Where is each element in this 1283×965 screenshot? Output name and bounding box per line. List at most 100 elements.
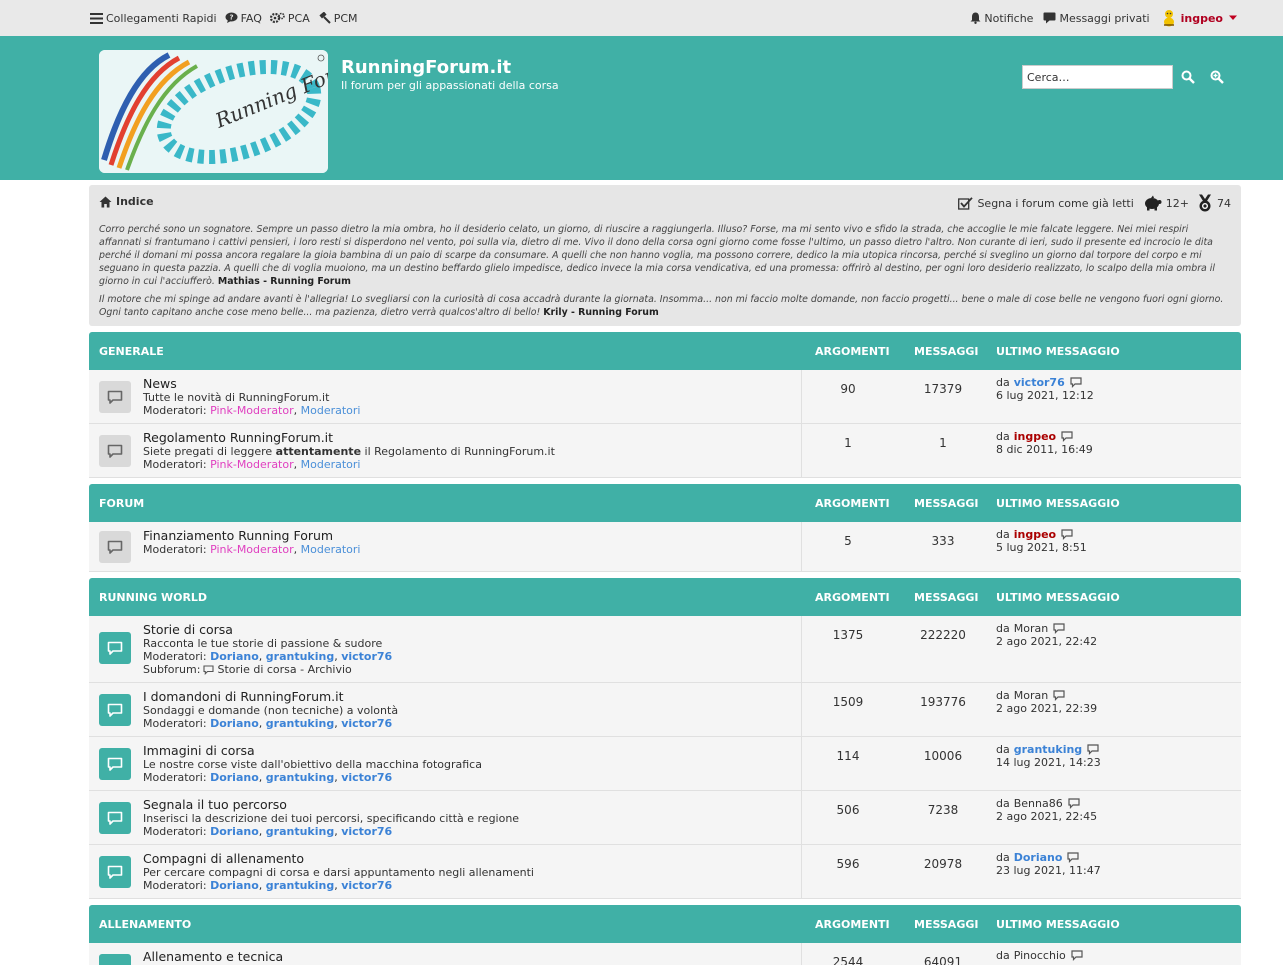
online-users-badge[interactable]: 12+ [1142, 195, 1189, 211]
site-title[interactable]: RunningForum.it [341, 57, 511, 78]
moderator-link[interactable]: Doriano [210, 650, 259, 663]
moderator-link[interactable]: grantuking [266, 717, 334, 730]
moderator-link[interactable]: Moderatori [301, 458, 361, 471]
last-post-date: 2 ago 2021, 22:42 [996, 635, 1098, 648]
column-topics: ARGOMENTI [815, 918, 890, 931]
forum-moderators: Moderatori: Pink-Moderator, Moderatori [143, 404, 361, 417]
forum-title[interactable]: Immagini di corsa [143, 743, 255, 758]
breadcrumb-index[interactable]: Indice [99, 195, 154, 208]
moderator-link[interactable]: Doriano [210, 879, 259, 892]
view-latest-post-icon[interactable] [1067, 852, 1080, 863]
user-menu[interactable]: ingpeo [1160, 9, 1241, 27]
moderator-link[interactable]: victor76 [341, 879, 392, 892]
category-title[interactable]: FORUM [99, 497, 144, 510]
advanced-search-button[interactable] [1208, 68, 1226, 86]
moderator-link[interactable]: victor76 [341, 650, 392, 663]
forum-title[interactable]: Allenamento e tecnica [143, 949, 283, 964]
piggy-icon [1144, 195, 1162, 211]
category-title[interactable]: RUNNING WORLD [99, 591, 207, 604]
forum-read-status[interactable] [99, 381, 131, 413]
advanced-search-icon [1210, 70, 1224, 84]
view-latest-post-icon[interactable] [1061, 431, 1073, 442]
last-post-date: 8 dic 2011, 16:49 [996, 443, 1093, 456]
moderator-link[interactable]: Pink-Moderator [210, 404, 294, 417]
forum-title[interactable]: Storie di corsa [143, 622, 233, 637]
mark-forums-read-link[interactable]: Segna i forum come già letti [958, 197, 1134, 210]
forum-read-status[interactable] [99, 435, 131, 467]
moderator-link[interactable]: grantuking [266, 825, 334, 838]
quick-links-label: Collegamenti Rapidi [106, 11, 217, 25]
moderator-link[interactable]: Pink-Moderator [210, 458, 294, 471]
last-post-user[interactable]: Doriano [1014, 851, 1063, 864]
forum-title[interactable]: News [143, 376, 177, 391]
moderators-label: Moderatori: [143, 404, 207, 417]
last-post-user[interactable]: ingpeo [1014, 430, 1056, 443]
moderator-link[interactable]: Doriano [210, 825, 259, 838]
notifications-label: Notifiche [984, 11, 1034, 25]
svg-text:?: ? [229, 14, 233, 22]
moderator-link[interactable]: grantuking [266, 879, 334, 892]
moderator-link[interactable]: Doriano [210, 717, 259, 730]
forum-bubble-icon [107, 757, 123, 771]
last-post-user[interactable]: Benna86 [1014, 797, 1063, 810]
forum-title[interactable]: Compagni di allenamento [143, 851, 304, 866]
pcm-link[interactable]: PCM [318, 12, 358, 25]
subforum-link[interactable]: Storie di corsa - Archivio [217, 663, 351, 676]
moderator-link[interactable]: Pink-Moderator [210, 543, 294, 556]
moderator-link[interactable]: Moderatori [301, 404, 361, 417]
moderator-link[interactable]: grantuking [266, 771, 334, 784]
view-latest-post-icon[interactable] [1068, 798, 1080, 809]
forum-unread-status[interactable] [99, 632, 131, 664]
notifications-link[interactable]: Notifiche [970, 12, 1033, 25]
forum-unread-status[interactable] [99, 802, 131, 834]
category-header: GENERALE ARGOMENTI MESSAGGI ULTIMO MESSA… [89, 332, 1241, 370]
forum-description: Siete pregati di leggere attentamente il… [143, 445, 555, 458]
moderator-link[interactable]: victor76 [341, 771, 392, 784]
moderator-link[interactable]: victor76 [341, 717, 392, 730]
forum-unread-status[interactable] [99, 856, 131, 888]
row-separator [801, 845, 802, 898]
last-post-user[interactable]: grantuking [1014, 743, 1082, 756]
view-latest-post-icon[interactable] [1071, 950, 1083, 961]
forum-unread-status[interactable] [99, 748, 131, 780]
last-post-user[interactable]: victor76 [1014, 376, 1065, 389]
quick-links-menu[interactable]: Collegamenti Rapidi [90, 12, 217, 25]
forum-title[interactable]: Segnala il tuo percorso [143, 797, 287, 812]
forum-moderators: Moderatori: Pink-Moderator, Moderatori [143, 458, 361, 471]
private-messages-link[interactable]: Messaggi privati [1043, 12, 1150, 25]
view-latest-post-icon[interactable] [1087, 744, 1099, 755]
faq-link[interactable]: ? FAQ [225, 12, 262, 25]
forum-unread-status[interactable] [99, 694, 131, 726]
moderator-link[interactable]: Doriano [210, 771, 259, 784]
moderator-link[interactable]: victor76 [341, 825, 392, 838]
posts-count: 10006 [923, 749, 963, 763]
last-post-date: 23 lug 2021, 11:47 [996, 864, 1101, 877]
forum-title[interactable]: Finanziamento Running Forum [143, 528, 333, 543]
site-logo[interactable]: Running Forum [99, 50, 328, 173]
forum-read-status[interactable] [99, 531, 131, 563]
forum-description: Le nostre corse viste dall'obiettivo del… [143, 758, 482, 771]
moderator-link[interactable]: grantuking [266, 650, 334, 663]
last-post-user[interactable]: Moran [1014, 622, 1048, 635]
comment-icon [1043, 12, 1056, 24]
last-post-user[interactable]: Moran [1014, 689, 1048, 702]
forum-row-allenamento-tecnica: Allenamento e tecnica 2544 64091 da Pinoc… [89, 943, 1241, 965]
category-title[interactable]: ALLENAMENTO [99, 918, 191, 931]
subforum-label: Subforum: [143, 663, 201, 676]
forum-title[interactable]: I domandoni di RunningForum.it [143, 689, 344, 704]
last-post-user[interactable]: ingpeo [1014, 528, 1056, 541]
last-post-user[interactable]: Pinocchio [1014, 949, 1066, 962]
moderator-link[interactable]: Moderatori [301, 543, 361, 556]
forum-unread-status[interactable] [99, 954, 131, 965]
search-input[interactable] [1022, 65, 1173, 89]
pca-link[interactable]: PCA [269, 12, 310, 25]
view-latest-post-icon[interactable] [1053, 623, 1065, 634]
view-latest-post-icon[interactable] [1070, 377, 1082, 388]
view-latest-post-icon[interactable] [1061, 529, 1073, 540]
category-title[interactable]: GENERALE [99, 345, 164, 358]
view-latest-post-icon[interactable] [1053, 690, 1065, 701]
forum-title[interactable]: Regolamento RunningForum.it [143, 430, 333, 445]
medals-badge[interactable]: 74 [1197, 194, 1231, 212]
search-button[interactable] [1179, 68, 1197, 86]
row-separator [801, 522, 802, 571]
